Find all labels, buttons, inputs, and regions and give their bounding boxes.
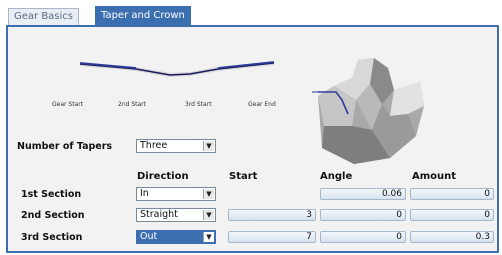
column-header-amount: Amount: [412, 171, 457, 182]
direction-select-2nd[interactable]: Straight ▼: [136, 208, 216, 222]
angle-field-3rd[interactable]: 0: [320, 231, 406, 243]
chevron-down-icon[interactable]: ▼: [203, 141, 214, 151]
marker-3rd-start: 3rd Start: [185, 101, 212, 108]
angle-field-1st[interactable]: 0.06: [320, 188, 406, 200]
taper-profile-preview: [78, 50, 278, 90]
start-field-2nd[interactable]: 3: [228, 209, 316, 221]
direction-value-2nd: Straight: [140, 209, 178, 220]
marker-gear-end: Gear End: [248, 101, 276, 108]
marker-2nd-start: 2nd Start: [118, 101, 146, 108]
direction-select-3rd[interactable]: Out ▼: [136, 230, 216, 244]
direction-value-3rd: Out: [140, 231, 158, 242]
direction-value-1st: In: [140, 188, 149, 199]
angle-field-2nd[interactable]: 0: [320, 209, 406, 221]
marker-gear-start: Gear Start: [52, 101, 84, 108]
number-of-tapers-select[interactable]: Three ▼: [136, 139, 216, 153]
column-header-start: Start: [229, 171, 258, 182]
gear-tooth-3d-preview: [312, 58, 424, 164]
amount-field-1st[interactable]: 0: [410, 188, 494, 200]
tab-bar: Gear Basics Taper and Crown: [0, 0, 502, 26]
start-field-3rd[interactable]: 7: [228, 231, 316, 243]
chevron-down-icon[interactable]: ▼: [203, 189, 214, 199]
column-header-direction: Direction: [137, 171, 189, 182]
amount-field-2nd[interactable]: 0: [410, 209, 494, 221]
amount-field-3rd[interactable]: 0.3: [410, 231, 494, 243]
section-label-3rd: 3rd Section: [21, 232, 83, 243]
section-label-2nd: 2nd Section: [21, 210, 85, 221]
direction-select-1st[interactable]: In ▼: [136, 187, 216, 201]
column-header-angle: Angle: [320, 171, 353, 182]
number-of-tapers-label: Number of Tapers: [17, 141, 113, 152]
chevron-down-icon[interactable]: ▼: [203, 210, 214, 220]
number-of-tapers-value: Three: [140, 140, 168, 151]
tab-gear-basics[interactable]: Gear Basics: [8, 8, 80, 25]
chevron-down-icon[interactable]: ▼: [203, 232, 214, 242]
section-label-1st: 1st Section: [21, 189, 82, 200]
tab-taper-and-crown[interactable]: Taper and Crown: [95, 6, 191, 26]
